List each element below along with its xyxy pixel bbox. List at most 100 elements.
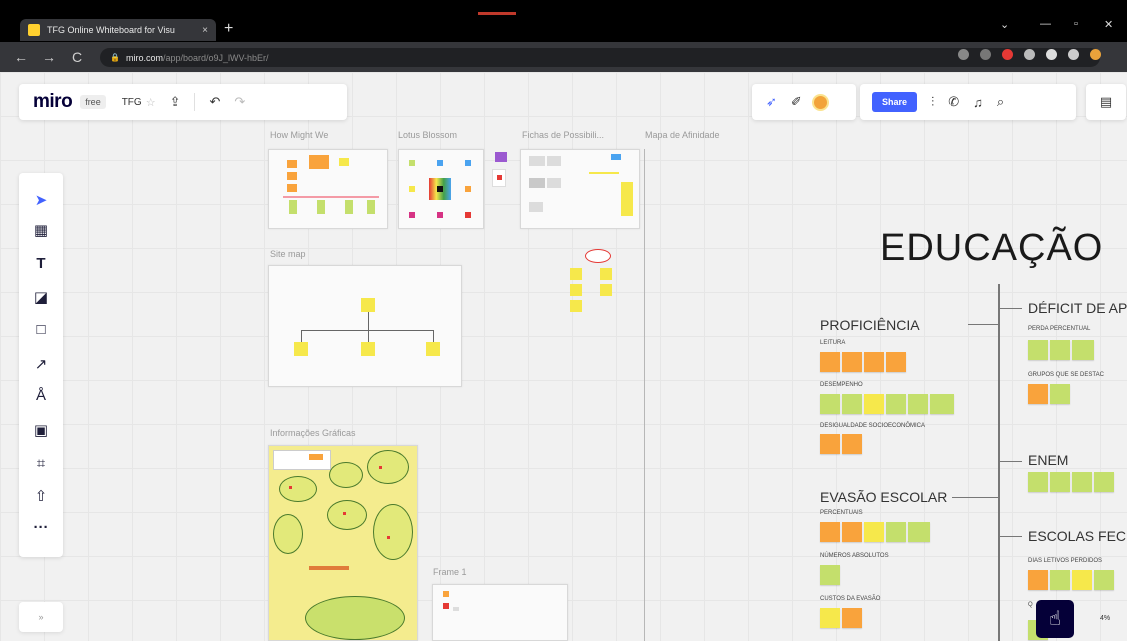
frame-label-site-map[interactable]: Site map xyxy=(270,249,306,259)
notes-icon[interactable]: ▤ xyxy=(1100,94,1112,110)
board-name[interactable]: TFG xyxy=(122,97,142,108)
label-custos[interactable]: CUSTOS DA EVASÃO xyxy=(820,596,880,602)
sticky-note[interactable] xyxy=(842,394,862,414)
translate-icon[interactable] xyxy=(958,49,969,60)
sticky-note[interactable] xyxy=(1094,570,1114,590)
sticky-note[interactable] xyxy=(1072,340,1094,360)
label-percentuais[interactable]: PERCENTUAIS xyxy=(820,510,863,516)
hand-cursor-icon[interactable]: ☝ xyxy=(1036,600,1074,638)
url-input[interactable]: 🔒 miro.com /app/board/o9J_lWV-hbEr/ xyxy=(100,48,1100,67)
frame-label-frame1[interactable]: Frame 1 xyxy=(433,567,467,577)
sticky-note[interactable] xyxy=(1028,384,1048,404)
search-icon[interactable]: ⌕ xyxy=(997,94,1004,110)
bookmark-star-icon[interactable] xyxy=(980,49,991,60)
redo-icon[interactable]: ↷ xyxy=(234,94,245,110)
templates-tool-icon[interactable]: ▦ xyxy=(19,221,63,239)
user-avatar[interactable] xyxy=(811,93,829,111)
sticky-note[interactable] xyxy=(1050,384,1070,404)
sticky-note[interactable] xyxy=(1028,570,1048,590)
share-button[interactable]: Share xyxy=(872,92,918,112)
forward-button[interactable]: → xyxy=(42,49,56,65)
label-leitura[interactable]: LEITURA xyxy=(820,340,845,346)
sticky-note[interactable] xyxy=(886,522,906,542)
sticky-note[interactable] xyxy=(908,522,930,542)
more-tools-icon[interactable]: ··· xyxy=(19,519,63,536)
zoom-level[interactable]: 4% xyxy=(1100,615,1110,622)
label-numeros[interactable]: NÚMEROS ABSOLUTOS xyxy=(820,553,889,559)
sticky-note[interactable] xyxy=(570,284,582,296)
frame-how-might-we[interactable] xyxy=(268,149,388,229)
extension-icon[interactable] xyxy=(1024,49,1035,60)
puzzle-icon[interactable] xyxy=(1068,49,1079,60)
tab-search-icon[interactable]: ⌄ xyxy=(1000,18,1009,31)
label-desigualdade[interactable]: DESIGUALDADE SOCIOECONÔMICA xyxy=(820,423,925,429)
new-tab-button[interactable]: + xyxy=(224,20,233,38)
sticky-note[interactable] xyxy=(842,522,862,542)
miro-logo[interactable]: miro xyxy=(33,91,73,113)
heading-deficit[interactable]: DÉFICIT DE AP xyxy=(1028,300,1127,316)
star-icon[interactable]: ☆ xyxy=(146,96,156,109)
sticky-note[interactable] xyxy=(820,608,840,628)
settings-sliders-icon[interactable]: ⫶ xyxy=(931,94,934,110)
undo-icon[interactable]: ↶ xyxy=(209,94,220,110)
sticky-note[interactable] xyxy=(1050,340,1070,360)
miro-board-canvas[interactable]: miro free TFG ☆ ⇪ ↶ ↷ ➶ ✐ Share ⫶ ✆ ♫ ⌕ … xyxy=(0,72,1127,641)
frame-label-fichas[interactable]: Fichas de Possibili... xyxy=(522,130,604,140)
comment-tool-icon[interactable]: ▣ xyxy=(19,421,63,439)
apps-icon[interactable]: ✆ xyxy=(948,94,959,110)
heading-proficiencia[interactable]: PROFICIÊNCIA xyxy=(820,317,920,333)
bell-icon[interactable]: ♫ xyxy=(973,95,983,110)
shape-tool-icon[interactable]: □ xyxy=(19,321,63,338)
expand-panel-icon[interactable]: » xyxy=(19,602,63,632)
extension-icon[interactable] xyxy=(1046,49,1057,60)
education-title[interactable]: EDUCAÇÃO xyxy=(880,227,1103,270)
browser-tab[interactable]: TFG Online Whiteboard for Visu × xyxy=(20,19,216,41)
sticky-note[interactable] xyxy=(864,394,884,414)
upload-tool-icon[interactable]: ⇧ xyxy=(19,487,63,505)
sticky-note[interactable] xyxy=(495,152,507,162)
sticky-note[interactable] xyxy=(842,434,862,454)
label-desempenho[interactable]: DESEMPENHO xyxy=(820,382,863,388)
heading-escolas[interactable]: ESCOLAS FECH xyxy=(1028,528,1127,544)
back-button[interactable]: ← xyxy=(14,49,28,65)
sticky-note[interactable] xyxy=(1050,472,1070,492)
sticky-note[interactable] xyxy=(864,522,884,542)
close-window-button[interactable]: ✕ xyxy=(1104,18,1113,31)
export-icon[interactable]: ⇪ xyxy=(170,94,181,110)
sticky-note[interactable] xyxy=(1050,570,1070,590)
extension-red-icon[interactable] xyxy=(1002,49,1013,60)
sticky-note[interactable] xyxy=(820,565,840,585)
sticky-note[interactable] xyxy=(1028,472,1048,492)
pen-tool-icon[interactable]: Å xyxy=(19,387,63,404)
heading-evasao[interactable]: EVASÃO ESCOLAR xyxy=(820,489,947,505)
profile-avatar[interactable] xyxy=(1090,49,1101,60)
frame-label-info[interactable]: Informações Gráficas xyxy=(270,428,356,438)
select-tool-icon[interactable]: ➤ xyxy=(19,191,63,209)
sticky-note[interactable] xyxy=(842,352,862,372)
plan-badge[interactable]: free xyxy=(80,95,106,109)
sticky-note[interactable] xyxy=(1072,472,1092,492)
frame-label-how-might-we[interactable]: How Might We xyxy=(270,130,328,140)
frame-1[interactable] xyxy=(432,584,568,641)
sticky-note-tool-icon[interactable]: ◪ xyxy=(19,288,63,306)
frame-fichas[interactable] xyxy=(520,149,640,229)
sticky-note[interactable] xyxy=(570,300,582,312)
sticky-note[interactable] xyxy=(908,394,928,414)
label-dias[interactable]: DIAS LETIVOS PERDIDOS xyxy=(1028,558,1102,564)
frame-label-lotus[interactable]: Lotus Blossom xyxy=(398,130,457,140)
frame-label-mapa[interactable]: Mapa de Afinidade xyxy=(645,130,720,140)
maximize-button[interactable]: ▫ xyxy=(1074,18,1078,30)
sticky-note[interactable] xyxy=(820,434,840,454)
connection-line-tool-icon[interactable]: ↗ xyxy=(19,355,63,373)
text-tool-icon[interactable]: T xyxy=(19,255,63,272)
sticky-note[interactable] xyxy=(886,352,906,372)
sticky-note[interactable] xyxy=(600,268,612,280)
sticky-note[interactable] xyxy=(1028,340,1048,360)
minimize-button[interactable]: — xyxy=(1040,18,1051,30)
shape[interactable] xyxy=(585,249,611,263)
reactions-icon[interactable]: ✐ xyxy=(791,94,802,110)
label-grupos[interactable]: GRUPOS QUE SE DESTAC xyxy=(1028,372,1104,378)
sticky-note[interactable] xyxy=(886,394,906,414)
label-q[interactable]: Q xyxy=(1028,602,1033,608)
sticky-note[interactable] xyxy=(930,394,954,414)
